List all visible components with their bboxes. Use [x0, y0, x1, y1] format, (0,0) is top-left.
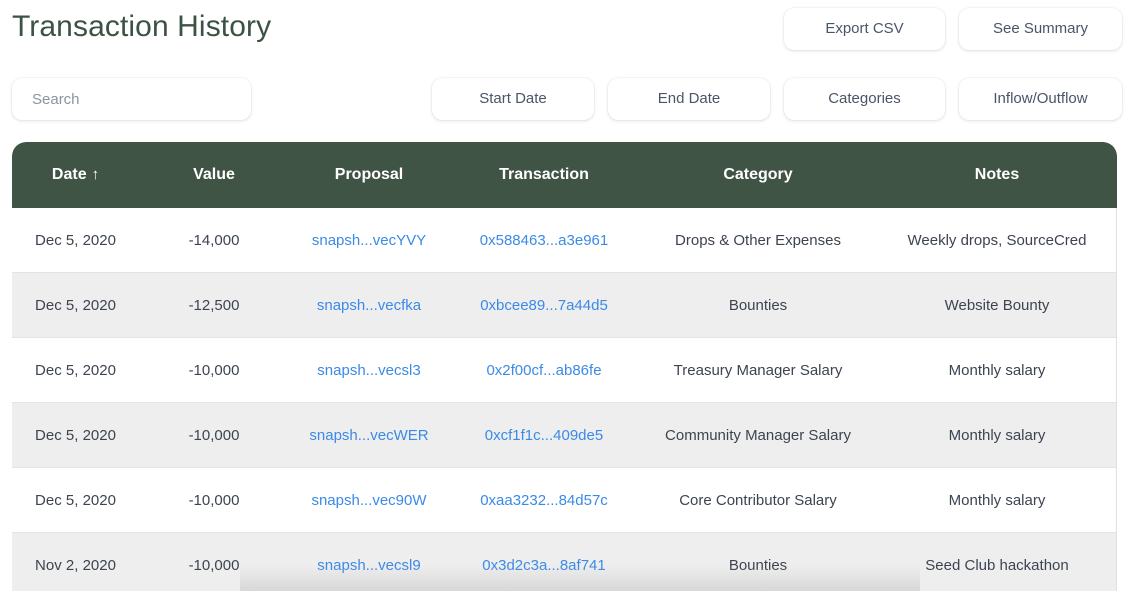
cell-category: Treasury Manager Salary [639, 337, 877, 403]
sort-ascending-icon: ↑ [91, 166, 100, 183]
cell-proposal-link[interactable]: snapsh...vecfka [317, 297, 421, 314]
cell-date: Dec 5, 2020 [12, 272, 139, 338]
cell-notes: Monthly salary [877, 337, 1117, 403]
cell-notes: Monthly salary [877, 467, 1117, 533]
cell-category: Bounties [639, 272, 877, 338]
cell-notes: Website Bounty [877, 272, 1117, 338]
cell-category: Drops & Other Expenses [639, 208, 877, 273]
see-summary-button[interactable]: See Summary [959, 8, 1122, 50]
transactions-table: Date ↑ Value Proposal Transaction Categor… [12, 142, 1117, 591]
page-title: Transaction History [12, 10, 272, 43]
cell-transaction[interactable]: 0xaa3232...84d57c [449, 467, 639, 533]
cell-category: Bounties [639, 532, 877, 591]
cell-value: -10,000 [139, 337, 289, 403]
cell-transaction-link[interactable]: 0x588463...a3e961 [480, 232, 608, 249]
cell-transaction-link[interactable]: 0x2f00cf...ab86fe [486, 362, 601, 379]
search-input[interactable] [12, 78, 251, 120]
cell-value: -12,500 [139, 272, 289, 338]
cell-date: Dec 5, 2020 [12, 402, 139, 468]
cell-proposal[interactable]: snapsh...vecsl9 [289, 532, 449, 591]
table-header-row: Date ↑ Value Proposal Transaction Categor… [12, 142, 1117, 208]
column-header-value[interactable]: Value [139, 142, 289, 208]
cell-date: Dec 5, 2020 [12, 208, 139, 273]
cell-proposal[interactable]: snapsh...vec90W [289, 467, 449, 533]
cell-proposal[interactable]: snapsh...vecWER [289, 402, 449, 468]
table-row[interactable]: Dec 5, 2020 -10,000 snapsh...vecWER 0xcf1f1… [12, 402, 1117, 468]
cell-transaction[interactable]: 0xbcee89...7a44d5 [449, 272, 639, 338]
cell-proposal-link[interactable]: snapsh...vecWER [309, 427, 428, 444]
column-header-proposal[interactable]: Proposal [289, 142, 449, 208]
cell-transaction[interactable]: 0xcf1f1c...409de5 [449, 402, 639, 468]
column-header-category[interactable]: Category [639, 142, 877, 208]
end-date-button[interactable]: End Date [608, 78, 770, 120]
cell-transaction-link[interactable]: 0x3d2c3a...8af741 [482, 557, 605, 574]
export-csv-button[interactable]: Export CSV [784, 8, 945, 50]
cell-date: Dec 5, 2020 [12, 467, 139, 533]
cell-value: -14,000 [139, 208, 289, 273]
transactions-table-container[interactable]: Date ↑ Value Proposal Transaction Categor… [12, 142, 1117, 591]
table-row[interactable]: Dec 5, 2020 -10,000 snapsh...vecsl3 0x2f00c… [12, 337, 1117, 403]
table-header: Date ↑ Value Proposal Transaction Categor… [12, 142, 1117, 208]
cell-transaction-link[interactable]: 0xbcee89...7a44d5 [480, 297, 608, 314]
cell-notes: Seed Club hackathon [877, 532, 1117, 591]
table-row[interactable]: Dec 5, 2020 -14,000 snapsh...vecYVY 0x58846… [12, 208, 1117, 273]
column-header-transaction[interactable]: Transaction [449, 142, 639, 208]
table-row[interactable]: Dec 5, 2020 -12,500 snapsh...vecfka 0xbcee8… [12, 272, 1117, 338]
cell-proposal[interactable]: snapsh...vecfka [289, 272, 449, 338]
start-date-button[interactable]: Start Date [432, 78, 594, 120]
cell-proposal-link[interactable]: snapsh...vecYVY [312, 232, 426, 249]
column-header-date-label: Date [51, 166, 87, 183]
cell-category: Core Contributor Salary [639, 467, 877, 533]
table-row[interactable]: Dec 5, 2020 -10,000 snapsh...vec90W 0xaa323… [12, 467, 1117, 533]
table-body: Dec 5, 2020 -14,000 snapsh...vecYVY 0x58846… [12, 208, 1117, 591]
column-header-date[interactable]: Date ↑ [12, 142, 139, 208]
cell-transaction[interactable]: 0x2f00cf...ab86fe [449, 337, 639, 403]
cell-value: -10,000 [139, 532, 289, 591]
cell-transaction-link[interactable]: 0xcf1f1c...409de5 [485, 427, 603, 444]
cell-value: -10,000 [139, 467, 289, 533]
cell-transaction[interactable]: 0x3d2c3a...8af741 [449, 532, 639, 591]
cell-category: Community Manager Salary [639, 402, 877, 468]
cell-proposal-link[interactable]: snapsh...vecsl9 [317, 557, 420, 574]
cell-proposal-link[interactable]: snapsh...vecsl3 [317, 362, 420, 379]
cell-proposal-link[interactable]: snapsh...vec90W [311, 492, 426, 509]
column-header-notes[interactable]: Notes [877, 142, 1117, 208]
cell-date: Dec 5, 2020 [12, 337, 139, 403]
categories-filter-button[interactable]: Categories [784, 78, 945, 120]
cell-proposal[interactable]: snapsh...vecsl3 [289, 337, 449, 403]
page-header: Transaction History Export CSV See Summa… [0, 0, 1129, 62]
cell-notes: Weekly drops, SourceCred [877, 208, 1117, 273]
inflow-outflow-filter-button[interactable]: Inflow/Outflow [959, 78, 1122, 120]
cell-proposal[interactable]: snapsh...vecYVY [289, 208, 449, 273]
cell-notes: Monthly salary [877, 402, 1117, 468]
cell-value: -10,000 [139, 402, 289, 468]
cell-transaction[interactable]: 0x588463...a3e961 [449, 208, 639, 273]
cell-transaction-link[interactable]: 0xaa3232...84d57c [480, 492, 608, 509]
table-row[interactable]: Nov 2, 2020 -10,000 snapsh...vecsl9 0x3d2c3… [12, 532, 1117, 591]
cell-date: Nov 2, 2020 [12, 532, 139, 591]
